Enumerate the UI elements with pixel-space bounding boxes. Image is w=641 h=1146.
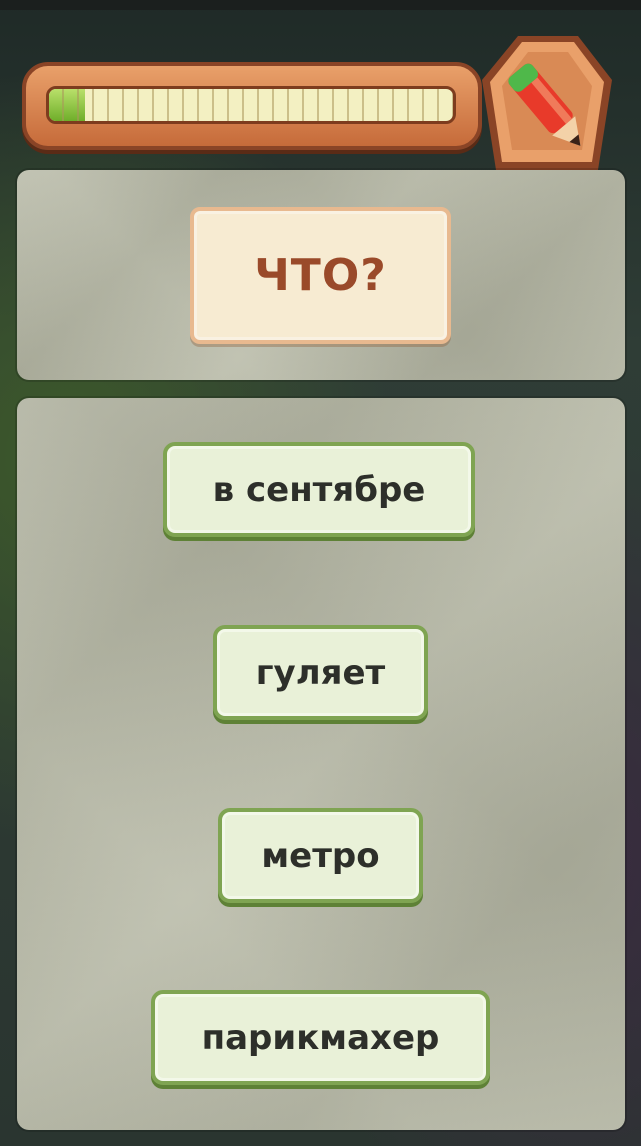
status-strip <box>0 0 641 10</box>
question-card: ЧТО? <box>190 207 451 344</box>
answer-label: гуляет <box>255 652 386 693</box>
pencil-icon[interactable] <box>478 30 616 182</box>
question-text: ЧТО? <box>254 250 387 301</box>
answer-button-gulyaet[interactable]: гуляет <box>213 625 428 720</box>
progress-track <box>46 86 456 124</box>
progress-bar <box>22 62 482 150</box>
answer-button-v-sentyabre[interactable]: в сентябре <box>163 442 475 537</box>
progress-ticks <box>49 89 453 121</box>
answer-label: в сентябре <box>212 469 426 510</box>
answer-button-metro[interactable]: метро <box>218 808 423 903</box>
answer-button-parikmakher[interactable]: парикмахер <box>151 990 490 1085</box>
answer-label: метро <box>261 835 380 876</box>
answer-label: парикмахер <box>201 1017 440 1058</box>
